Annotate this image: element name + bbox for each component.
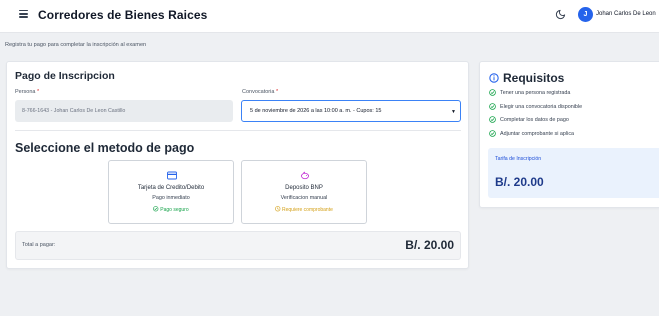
check-circle-icon (489, 102, 496, 110)
payment-option-tag: Requiere comprobante (242, 206, 366, 213)
payment-title: Pago de Inscripcion (15, 70, 115, 82)
total-amount: B/. 20.00 (405, 238, 454, 252)
fee-box: Tarifa de Inscripción B/. 20.00 (488, 148, 659, 198)
page-subtitle: Registra tu pago para completar la inscr… (5, 42, 147, 48)
check-circle-icon (489, 129, 496, 137)
method-title: Seleccione el metodo de pago (15, 141, 195, 155)
app-title: Corredores de Bienes Raices (38, 8, 208, 22)
info-icon (489, 73, 499, 83)
payment-option-desc: Pago inmediato (152, 195, 190, 201)
payment-option-deposit[interactable]: Deposito BNP Verificacion manual Requier… (241, 160, 367, 224)
persona-field: 8-766-1643 - Johan Carlos De Leon Castil… (15, 100, 233, 122)
top-bar: Corredores de Bienes Raices J Johan Carl… (0, 0, 659, 33)
shield-check-icon (153, 206, 159, 212)
payment-option-tag: Pago seguro (109, 206, 233, 213)
payment-option-name: Tarjeta de Credito/Debito (137, 185, 205, 191)
fee-label: Tarifa de Inscripción (495, 156, 542, 162)
fee-amount: B/. 20.00 (495, 175, 544, 189)
divider (15, 130, 461, 131)
payment-option-desc: Verificacion manual (280, 195, 328, 201)
avatar[interactable]: J (578, 7, 593, 22)
user-name[interactable]: Johan Carlos De Leon (596, 11, 656, 17)
chevron-down-icon: ▼ (451, 109, 456, 115)
clock-icon (275, 206, 281, 212)
payment-option-name: Deposito BNP (285, 185, 323, 191)
total-label: Total a pagar: (22, 242, 56, 248)
credit-card-icon (167, 171, 177, 180)
convocatoria-value: 5 de noviembre de 2026 a las 10:00 a. m.… (250, 108, 382, 114)
payment-option-card[interactable]: Tarjeta de Credito/Debito Pago inmediato… (108, 160, 234, 224)
persona-label: Persona * (15, 89, 40, 95)
requirements-card: Requisitos Tener una persona registrada … (479, 61, 659, 208)
check-circle-icon (489, 89, 496, 96)
requirements-title: Requisitos (503, 71, 565, 85)
menu-icon[interactable] (19, 10, 28, 18)
moon-icon[interactable] (555, 9, 566, 20)
payment-card: Pago de Inscripcion Persona * 8-766-1643… (6, 61, 469, 269)
convocatoria-label: Convocatoria * (242, 89, 279, 95)
check-circle-icon (489, 116, 496, 123)
piggy-bank-icon (301, 171, 309, 180)
total-box: Total a pagar: B/. 20.00 (15, 231, 461, 260)
convocatoria-select[interactable]: 5 de noviembre de 2026 a las 10:00 a. m.… (241, 100, 461, 122)
